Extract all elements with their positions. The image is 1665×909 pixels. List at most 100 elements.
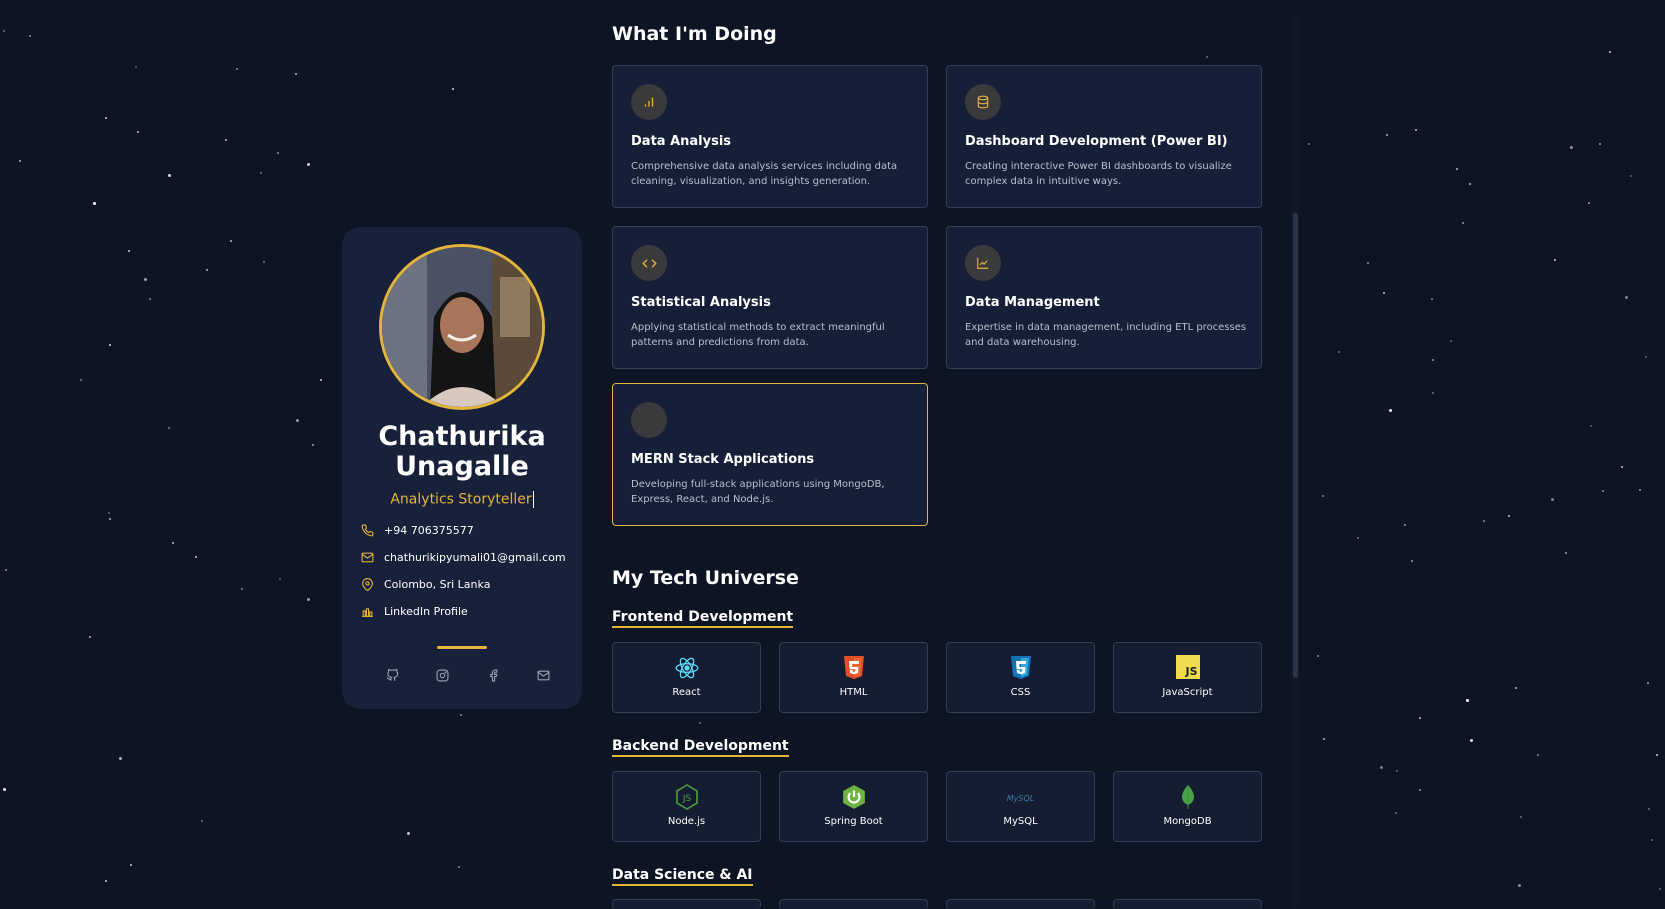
tech-label: JavaScript <box>1162 687 1213 698</box>
tech-group-backend-title: Backend Development <box>612 738 789 757</box>
service-title: Data Management <box>965 295 1100 310</box>
service-card-data-management[interactable]: Data Management Expertise in data manage… <box>946 226 1262 369</box>
instagram-icon[interactable] <box>435 667 451 683</box>
tech-item-mysql[interactable]: MySQL MySQL <box>946 771 1095 842</box>
facebook-icon[interactable] <box>485 667 501 683</box>
service-card-statistical-analysis[interactable]: Statistical Analysis Applying statistica… <box>612 226 928 369</box>
star-dot <box>1462 222 1464 224</box>
star-dot <box>1648 808 1650 810</box>
line-chart-icon <box>965 245 1001 281</box>
tech-item-css[interactable]: CSS <box>946 642 1095 713</box>
star-dot <box>1645 356 1647 358</box>
mail-icon <box>360 550 374 564</box>
tech-item-react[interactable]: React <box>612 642 761 713</box>
star-dot <box>1537 754 1539 756</box>
tech-item-spring-boot[interactable]: Spring Boot <box>779 771 928 842</box>
star-dot <box>168 174 171 177</box>
star-dot <box>295 73 297 75</box>
spring-boot-icon <box>780 784 927 809</box>
service-title: Data Analysis <box>631 134 732 149</box>
star-dot <box>1483 520 1485 522</box>
service-icon-placeholder <box>631 402 667 438</box>
tech-label: CSS <box>1010 687 1031 698</box>
star-dot <box>1411 560 1413 562</box>
tech-item-mongodb[interactable]: MongoDB <box>1113 771 1262 842</box>
star-dot <box>108 512 110 514</box>
tech-label: MongoDB <box>1163 816 1212 827</box>
contact-location-text: Colombo, Sri Lanka <box>384 577 491 591</box>
star-dot <box>1515 687 1517 689</box>
code-icon <box>631 245 667 281</box>
service-description: Expertise in data management, including … <box>965 322 1247 348</box>
star-dot <box>1322 495 1324 497</box>
star-dot <box>1651 839 1653 841</box>
star-dot <box>1551 498 1554 501</box>
javascript-icon: JS <box>1114 655 1261 679</box>
contact-phone[interactable]: +94 706375577 <box>360 520 474 540</box>
star-dot <box>1599 143 1601 145</box>
js-logo-text: JS <box>1185 665 1198 678</box>
star-dot <box>1395 812 1397 814</box>
star-dot <box>1554 259 1556 261</box>
star-dot <box>1419 789 1421 791</box>
html5-icon <box>780 655 927 679</box>
star-dot <box>260 172 262 174</box>
email-icon[interactable] <box>536 667 552 683</box>
star-dot <box>1470 739 1473 742</box>
star-dot <box>236 68 238 70</box>
tech-item-nodejs[interactable]: JS Node.js <box>612 771 761 842</box>
service-description: Comprehensive data analysis services inc… <box>631 161 898 187</box>
service-card-data-analysis[interactable]: Data Analysis Comprehensive data analysi… <box>612 65 928 208</box>
star-dot <box>135 66 137 68</box>
star-dot <box>201 820 203 822</box>
star-dot <box>1386 134 1388 136</box>
star-dot <box>144 278 147 281</box>
tech-label: Node.js <box>667 816 706 827</box>
star-dot <box>1590 425 1592 427</box>
tech-item-html[interactable]: HTML <box>779 642 928 713</box>
star-dot <box>1415 129 1417 131</box>
star-dot <box>1630 175 1632 177</box>
star-dot <box>296 419 299 422</box>
scrollbar-thumb[interactable] <box>1293 213 1298 678</box>
star-dot <box>1432 392 1434 394</box>
star-dot <box>1396 770 1398 772</box>
service-description: Developing full-stack applications using… <box>631 479 885 505</box>
star-dot <box>307 598 310 601</box>
tech-label: Spring Boot <box>824 816 883 827</box>
star-dot <box>1656 754 1658 756</box>
star-dot <box>1380 766 1383 769</box>
star-dot <box>93 202 96 205</box>
star-dot <box>1609 51 1611 53</box>
tech-item-partial <box>612 899 761 909</box>
service-description: Creating interactive Power BI dashboards… <box>965 161 1232 187</box>
star-dot <box>225 139 227 141</box>
nodejs-icon: JS <box>613 784 760 810</box>
star-dot <box>1367 262 1369 264</box>
star-dot <box>230 240 232 242</box>
service-card-dashboard-development[interactable]: Dashboard Development (Power BI) Creatin… <box>946 65 1262 208</box>
star-dot <box>1621 466 1623 468</box>
star-dot <box>307 163 310 166</box>
star-dot <box>137 131 139 133</box>
star-dot <box>1647 682 1649 684</box>
star-dot <box>1338 351 1340 353</box>
star-dot <box>168 427 170 429</box>
tech-item-javascript[interactable]: JS JavaScript <box>1113 642 1262 713</box>
tech-label: HTML <box>839 687 868 698</box>
star-dot <box>1389 409 1392 412</box>
svg-text:JS: JS <box>681 794 691 804</box>
contact-email[interactable]: chathurikipyumali01@gmail.com <box>360 547 566 567</box>
star-dot <box>80 379 82 381</box>
tech-item-partial <box>779 899 928 909</box>
star-dot <box>109 518 111 520</box>
star-dot <box>460 714 462 716</box>
service-card-mern-stack[interactable]: MERN Stack Applications Developing full-… <box>612 383 928 526</box>
mysql-logo-text: MySQL <box>1006 794 1035 803</box>
contact-linkedin[interactable]: LinkedIn Profile <box>360 601 468 621</box>
tech-heading: My Tech Universe <box>612 567 799 589</box>
database-icon <box>965 84 1001 120</box>
github-icon[interactable] <box>384 667 400 683</box>
star-dot <box>172 542 174 544</box>
star-dot <box>3 30 5 32</box>
